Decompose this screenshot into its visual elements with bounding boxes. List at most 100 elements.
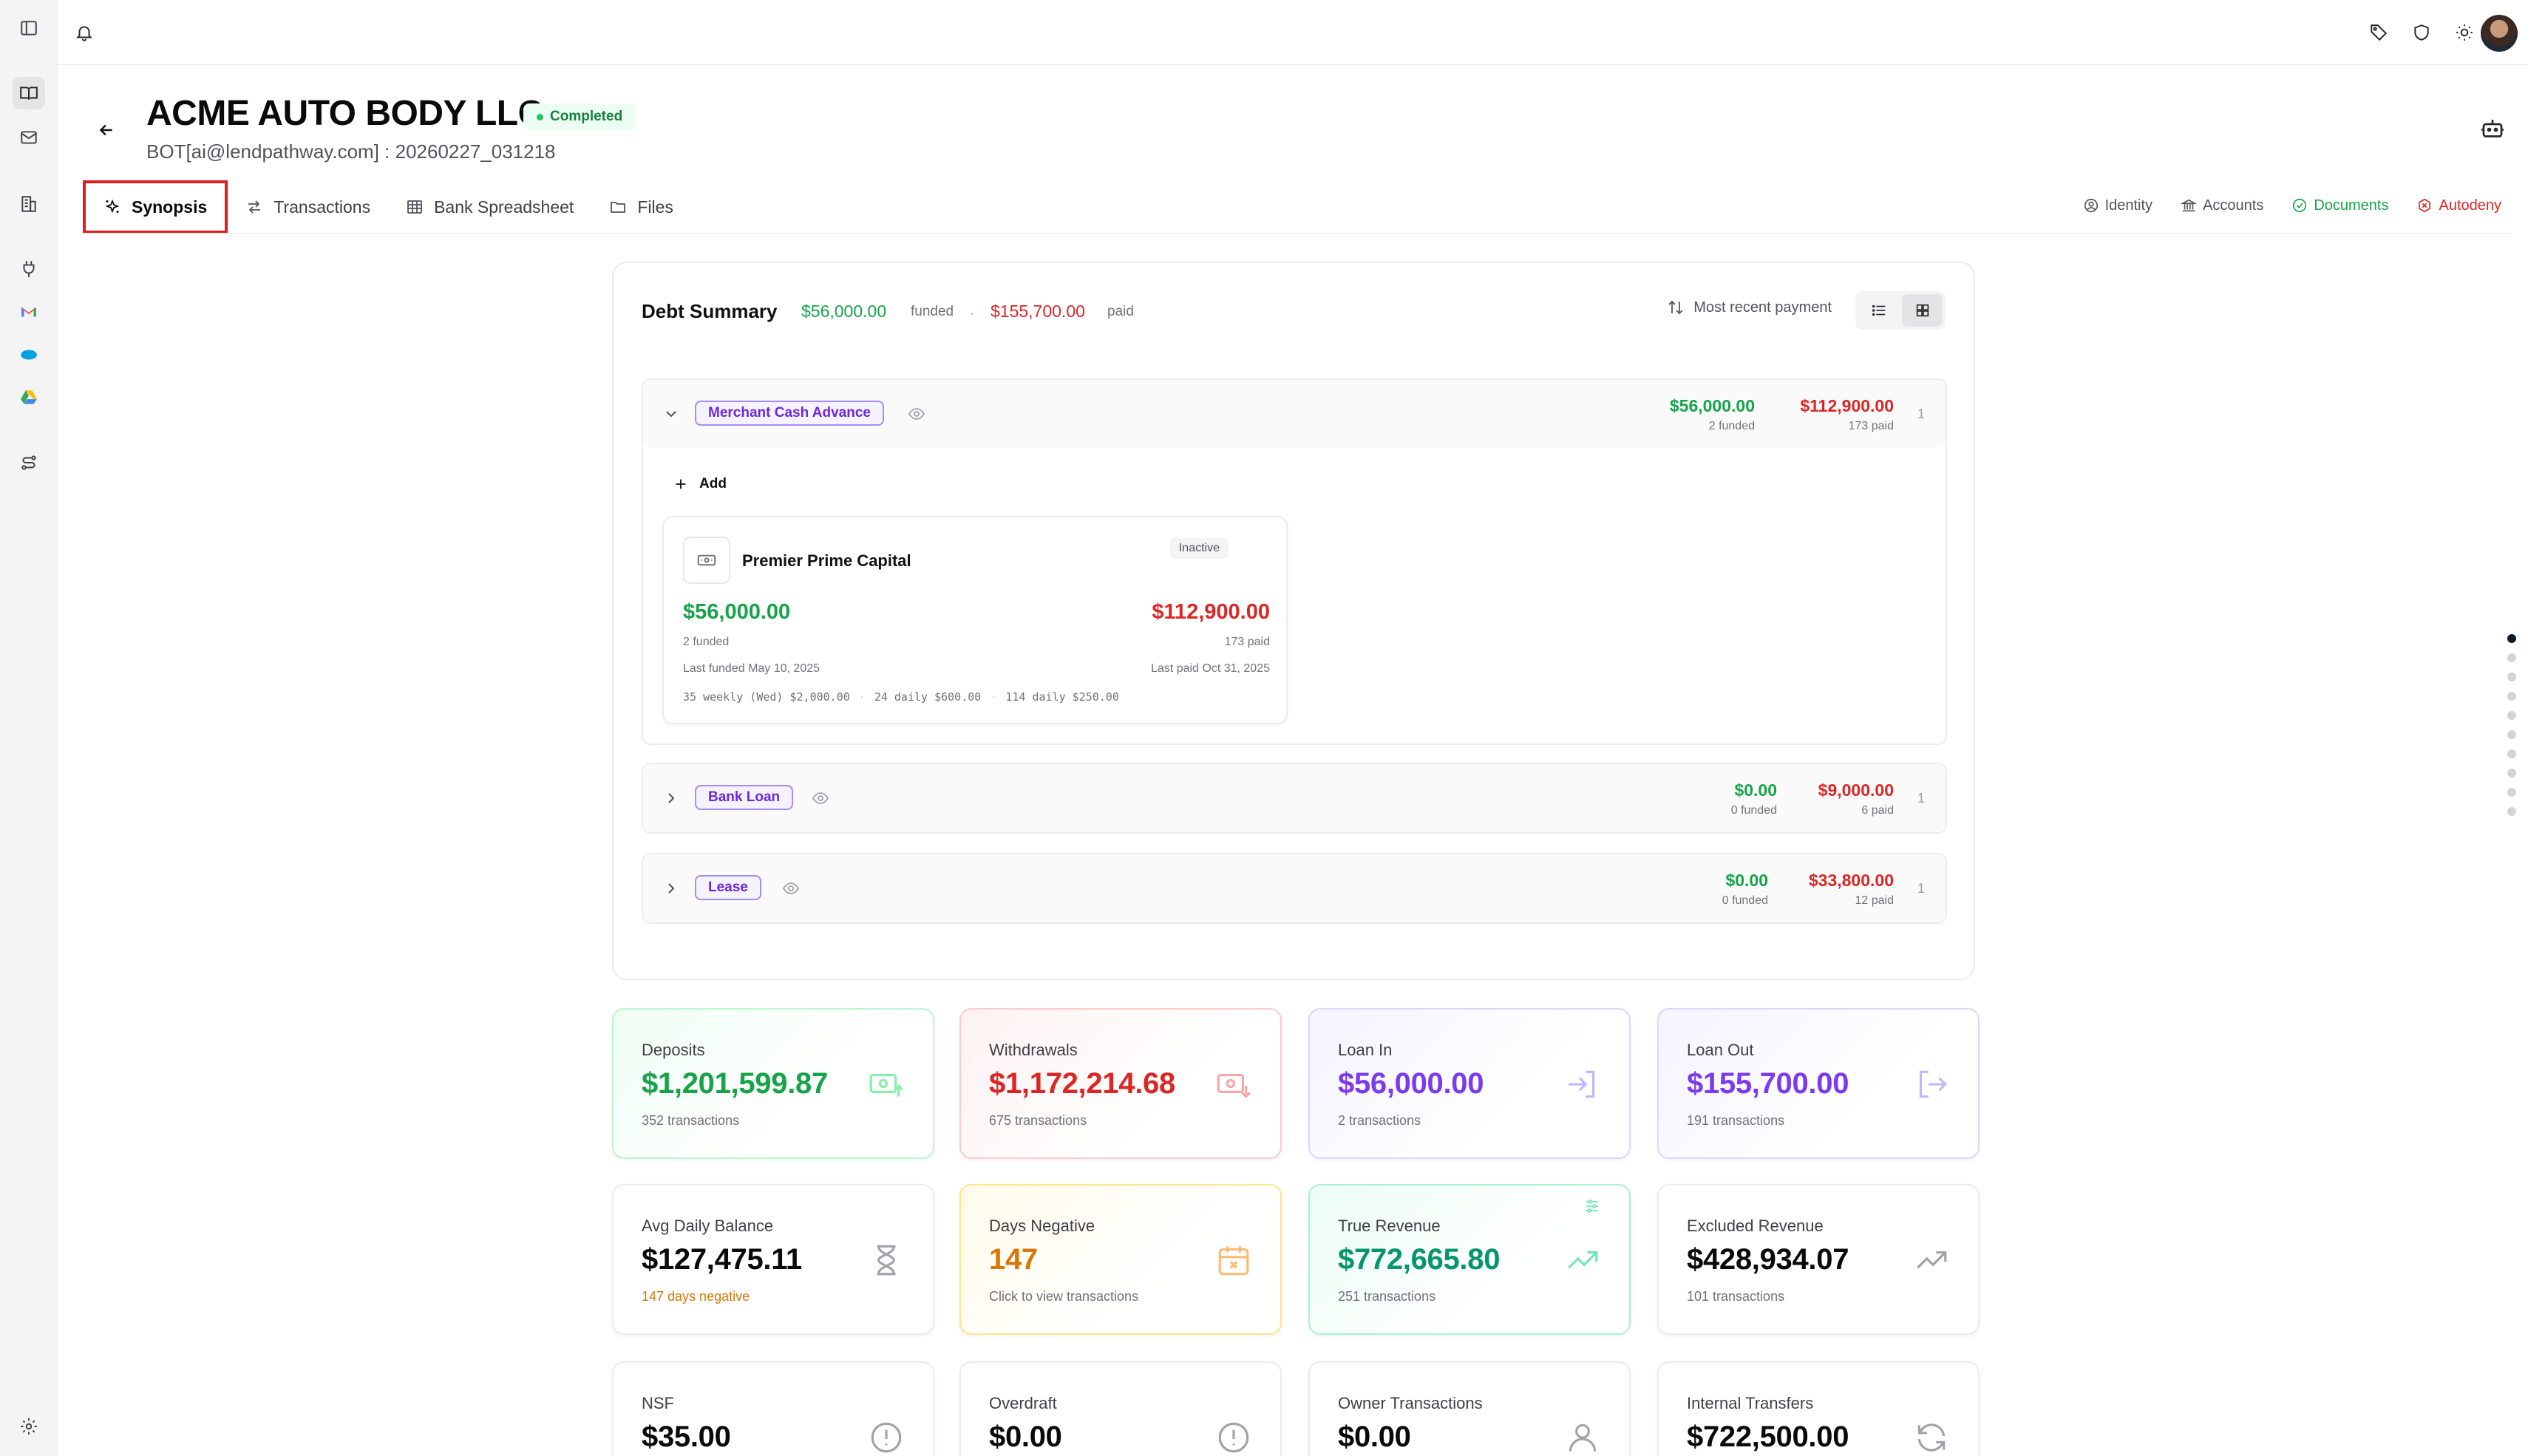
metric-sub: 675 transactions [989, 1113, 1087, 1128]
sliders-icon[interactable] [1583, 1197, 1601, 1215]
section-dot[interactable] [2507, 673, 2516, 681]
category-count: 1 [1917, 791, 1925, 806]
add-lender-button[interactable]: Add [673, 476, 727, 492]
chevron-down-icon[interactable] [662, 405, 680, 423]
calendar-x-icon [1218, 1246, 1249, 1276]
folder-icon [611, 202, 626, 213]
arrows-exchange-icon [248, 200, 261, 214]
section-dot[interactable] [2507, 769, 2516, 778]
category-funded-count: 0 funded [1722, 894, 1768, 907]
metric-card-avg-daily-balance[interactable]: Avg Daily Balance $127,475.11 147 days n… [612, 1184, 934, 1335]
section-dot[interactable] [2507, 653, 2516, 662]
category-header[interactable]: Merchant Cash Advance $56,000.00 2 funde… [643, 380, 1946, 448]
tab-bank-spreadsheet[interactable]: Bank Spreadsheet [388, 180, 591, 234]
lender-name: Premier Prime Capital [742, 551, 911, 570]
tab-bar: Synopsis Transactions Bank Spreadsheet F… [83, 180, 691, 234]
sort-button[interactable]: Most recent payment [1667, 299, 1832, 316]
lender-last-paid: Last paid Oct 31, 2025 [1151, 662, 1270, 675]
salesforce-icon[interactable] [13, 339, 45, 371]
metric-sub: 101 transactions [1687, 1289, 1785, 1304]
metric-card-days-negative[interactable]: Days Negative 147 Click to view transact… [959, 1184, 1282, 1335]
metric-card-deposits[interactable]: Deposits $1,201,599.87 352 transactions [612, 1008, 934, 1159]
grid-icon [1916, 304, 1929, 317]
check-circle-icon [2293, 198, 2307, 213]
metric-value: $0.00 [989, 1421, 1062, 1453]
view-toggle [1855, 291, 1946, 330]
eye-icon[interactable] [812, 789, 829, 807]
metric-sub: 352 transactions [642, 1113, 740, 1128]
category-paid-count: 6 paid [1861, 804, 1894, 817]
metric-card-nsf[interactable]: NSF $35.00 [612, 1361, 934, 1456]
list-view-button[interactable] [1858, 294, 1899, 327]
category-lease[interactable]: Lease $0.00 0 funded $33,800.00 12 paid … [642, 853, 1947, 924]
metric-label: Deposits [642, 1041, 705, 1059]
metric-card-owner-transactions[interactable]: Owner Transactions $0.00 [1308, 1361, 1631, 1456]
tab-files[interactable]: Files [591, 180, 691, 234]
metric-label: Overdraft [989, 1394, 1057, 1412]
book-open-icon[interactable] [13, 77, 45, 109]
category-paid: $9,000.00 [1818, 780, 1894, 800]
sun-icon[interactable] [2448, 16, 2481, 49]
plug-icon[interactable] [13, 253, 45, 285]
metric-card-overdraft[interactable]: Overdraft $0.00 [959, 1361, 1282, 1456]
schedule-separator: · [858, 690, 866, 704]
documents-link[interactable]: Documents [2291, 197, 2388, 214]
mail-icon[interactable] [13, 121, 45, 154]
tag-icon[interactable] [2362, 16, 2395, 49]
metric-label: Withdrawals [989, 1041, 1078, 1059]
metric-label: Loan In [1338, 1041, 1393, 1059]
category-funded-count: 0 funded [1730, 804, 1777, 817]
bell-icon[interactable] [68, 16, 101, 49]
hourglass-icon [877, 1245, 896, 1276]
chevron-right-icon[interactable] [662, 789, 680, 807]
eye-icon[interactable] [908, 405, 925, 423]
settings-icon[interactable] [13, 1410, 45, 1443]
category-paid-count: 173 paid [1848, 420, 1894, 432]
accounts-label: Accounts [2203, 197, 2264, 214]
category-bank-loan[interactable]: Bank Loan $0.00 0 funded $9,000.00 6 pai… [642, 763, 1947, 834]
back-arrow-icon[interactable] [92, 115, 121, 145]
metric-card-internal-transfers[interactable]: Internal Transfers $722,500.00 [1657, 1361, 1980, 1456]
route-icon[interactable] [13, 446, 45, 479]
lender-paid: $112,900.00 [1152, 600, 1270, 624]
tab-label: Synopsis [132, 197, 208, 217]
grid-view-button[interactable] [1902, 294, 1943, 327]
gmail-icon[interactable] [13, 296, 45, 328]
metric-card-withdrawals[interactable]: Withdrawals $1,172,214.68 675 transactio… [959, 1008, 1282, 1159]
identity-link[interactable]: Identity [2083, 197, 2152, 214]
lender-card[interactable]: Premier Prime Capital Inactive $56,000.0… [662, 516, 1288, 724]
metric-card-loan-out[interactable]: Loan Out $155,700.00 191 transactions [1657, 1008, 1980, 1159]
list-icon [1872, 305, 1885, 316]
accounts-link[interactable]: Accounts [2181, 197, 2263, 214]
section-dot[interactable] [2507, 730, 2516, 739]
metric-card-excluded-revenue[interactable]: Excluded Revenue $428,934.07 101 transac… [1657, 1184, 1980, 1335]
chevron-right-icon[interactable] [662, 880, 680, 897]
section-dot[interactable] [2507, 749, 2516, 758]
tab-transactions[interactable]: Transactions [228, 180, 388, 234]
total-funded-label: funded [911, 304, 954, 319]
section-dot[interactable] [2507, 788, 2516, 797]
section-dot[interactable] [2507, 634, 2516, 643]
autodeny-link[interactable]: Autodeny [2416, 197, 2501, 214]
bot-icon[interactable] [2479, 115, 2506, 142]
shield-icon[interactable] [2405, 16, 2438, 49]
metric-card-loan-in[interactable]: Loan In $56,000.00 2 transactions [1308, 1008, 1631, 1159]
building-icon[interactable] [13, 188, 45, 220]
section-dot[interactable] [2507, 807, 2516, 816]
category-header[interactable]: Bank Loan $0.00 0 funded $9,000.00 6 pai… [643, 764, 1946, 832]
google-drive-icon[interactable] [13, 381, 45, 414]
metric-label: Avg Daily Balance [642, 1217, 774, 1235]
eye-icon[interactable] [782, 880, 800, 897]
tab-synopsis[interactable]: Synopsis [83, 180, 228, 234]
metric-card-true-revenue[interactable]: True Revenue $772,665.80 251 transaction… [1308, 1184, 1631, 1335]
category-paid-count: 12 paid [1855, 894, 1895, 907]
section-dot[interactable] [2507, 692, 2516, 701]
metric-value: $1,172,214.68 [989, 1067, 1175, 1100]
metric-label: Internal Transfers [1687, 1394, 1814, 1412]
sidebar-toggle-icon[interactable] [13, 12, 45, 44]
category-header[interactable]: Lease $0.00 0 funded $33,800.00 12 paid … [643, 854, 1946, 922]
user-icon [1569, 1423, 1597, 1452]
section-dot[interactable] [2507, 711, 2516, 720]
category-paid: $33,800.00 [1808, 871, 1894, 890]
avatar[interactable] [2481, 15, 2518, 52]
